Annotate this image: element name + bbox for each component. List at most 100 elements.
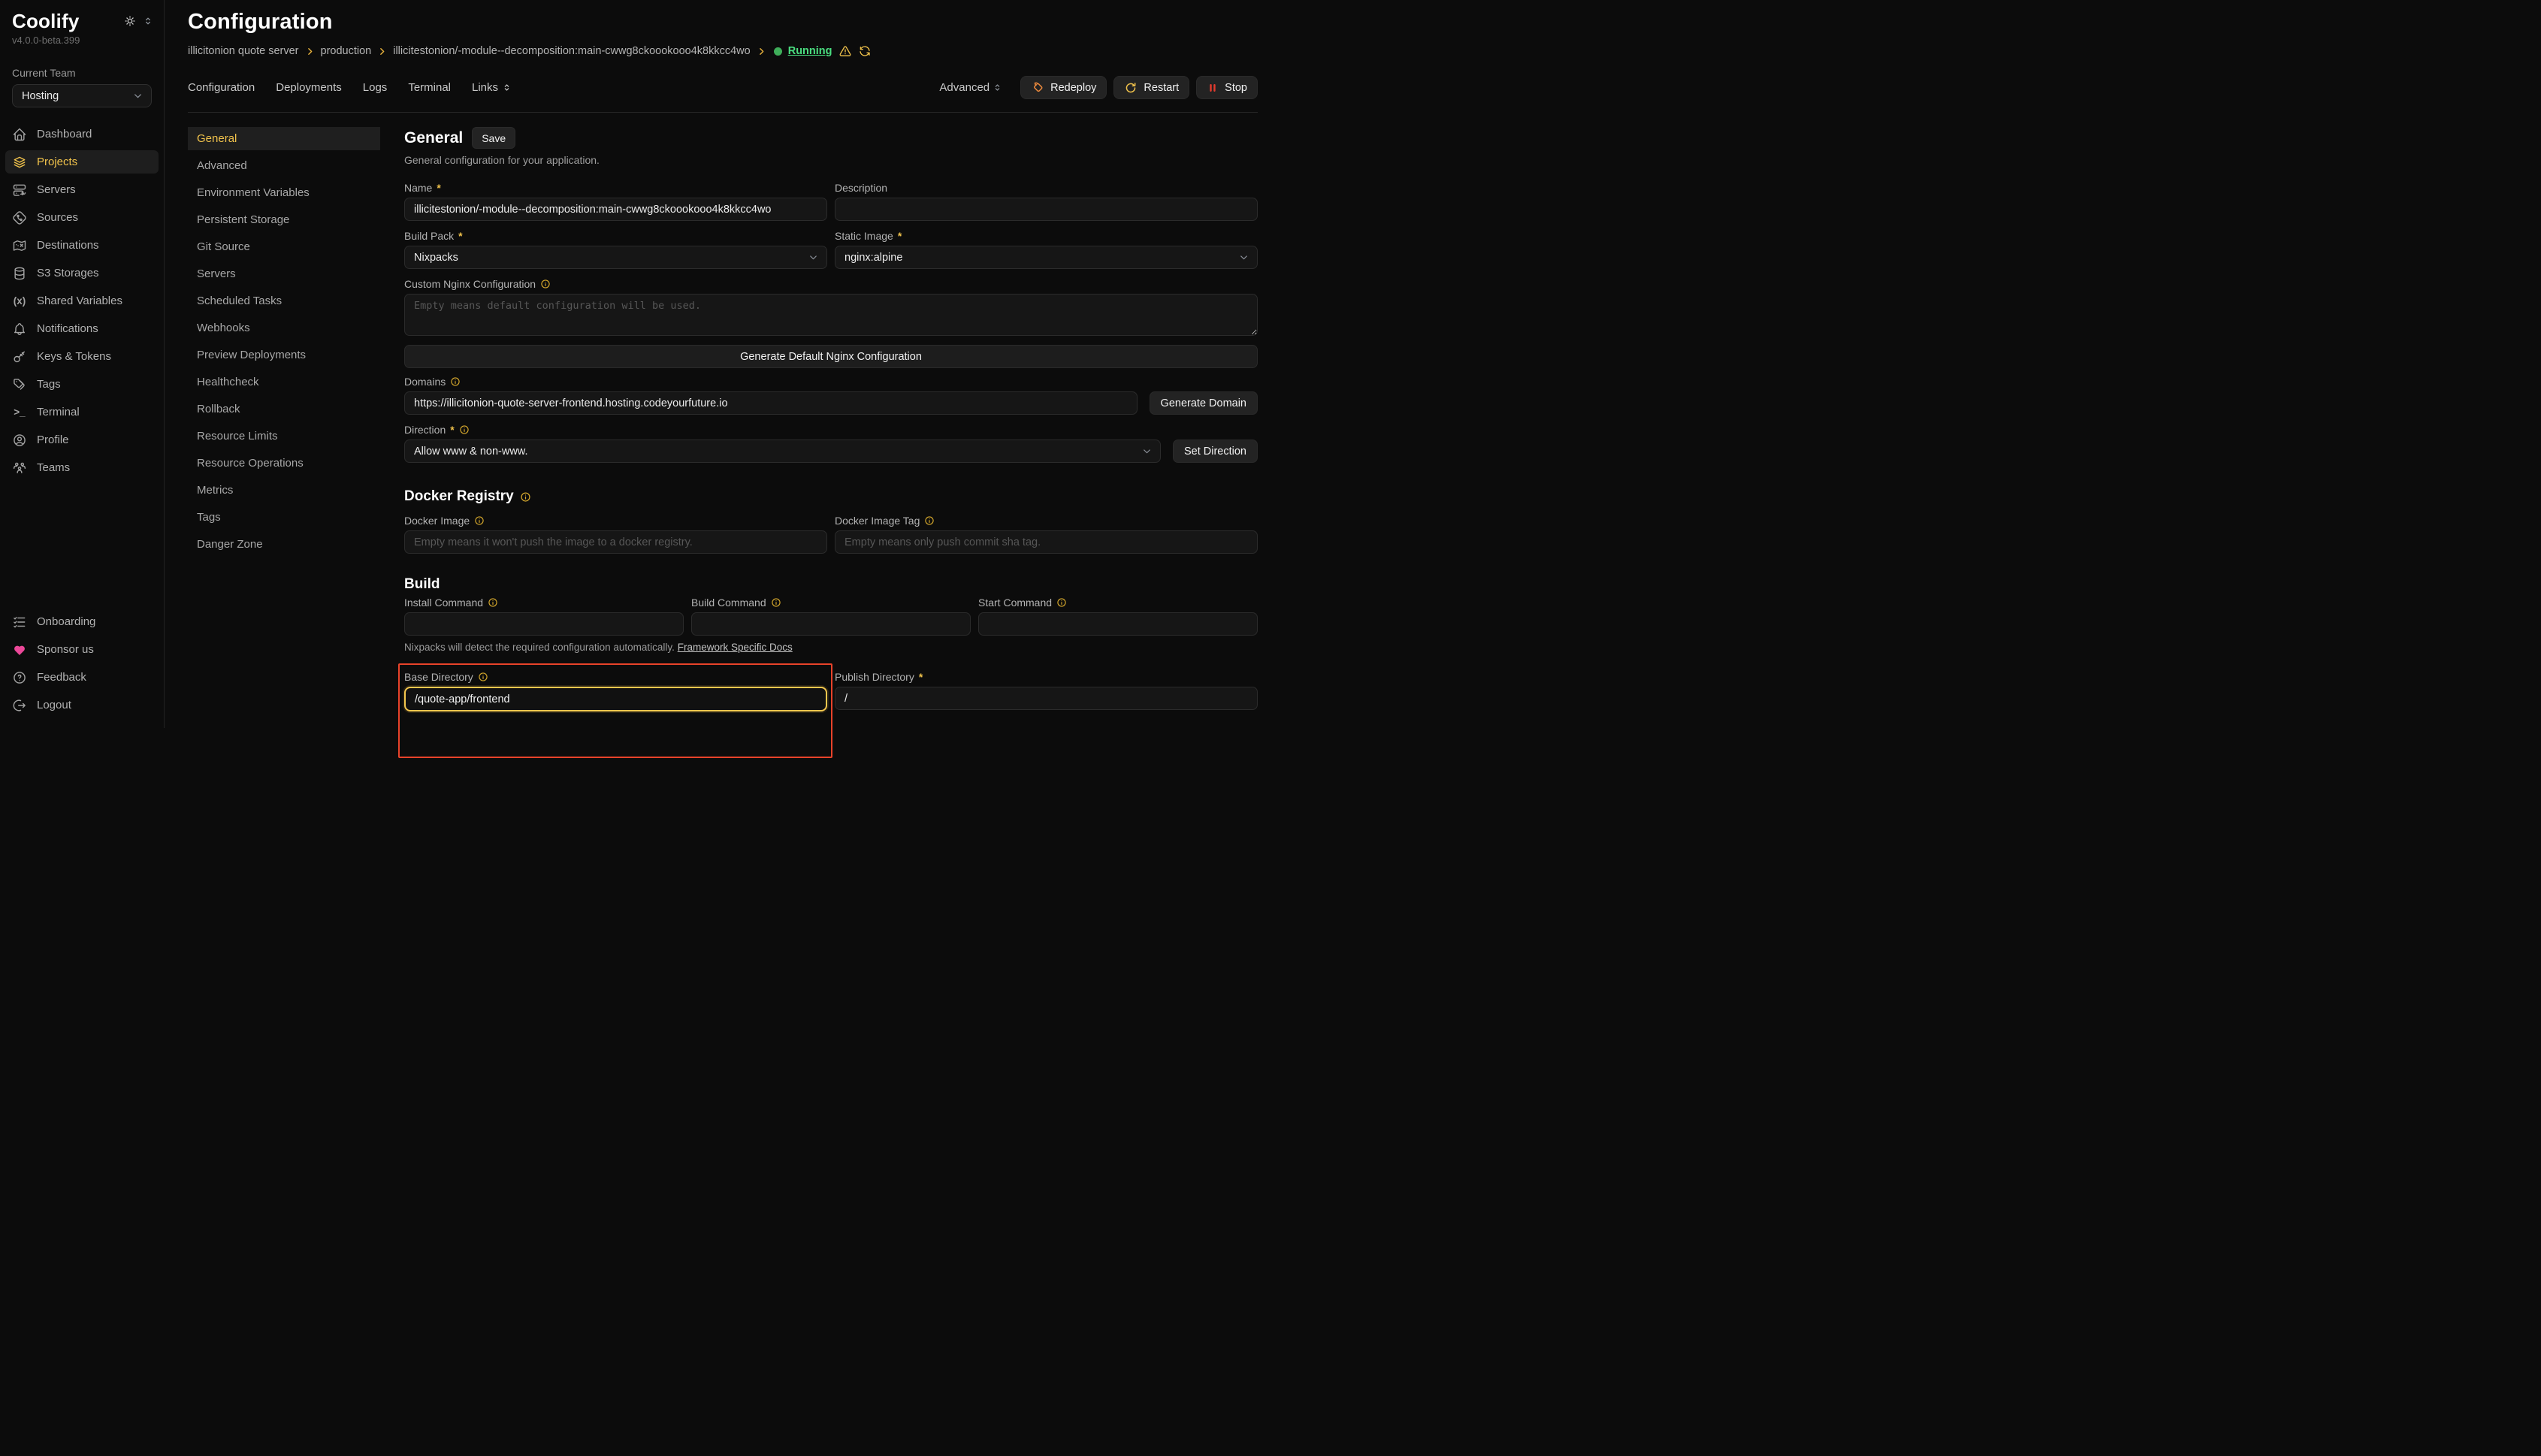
build-pack-select[interactable]: Nixpacks <box>404 246 827 269</box>
stop-button[interactable]: Stop <box>1196 76 1258 99</box>
info-icon[interactable] <box>488 597 498 608</box>
tab-deployments[interactable]: Deployments <box>276 81 342 94</box>
sidebar-item-feedback[interactable]: Feedback <box>5 666 159 689</box>
name-label: Name* <box>404 182 827 194</box>
status-dot <box>774 47 782 56</box>
info-icon[interactable] <box>520 491 531 503</box>
sidebar-item-projects[interactable]: Projects <box>5 150 159 174</box>
set-direction-button[interactable]: Set Direction <box>1173 440 1258 463</box>
restart-button[interactable]: Restart <box>1113 76 1189 99</box>
subnav-scheduled-tasks[interactable]: Scheduled Tasks <box>188 289 380 313</box>
base-directory-input[interactable] <box>404 687 827 711</box>
sidebar-item-shared-variables[interactable]: (x) Shared Variables <box>5 289 159 313</box>
section-subtitle: General configuration for your applicati… <box>404 154 1258 166</box>
generate-nginx-button[interactable]: Generate Default Nginx Configuration <box>404 345 1258 368</box>
subnav-git-source[interactable]: Git Source <box>188 235 380 258</box>
sidebar-item-notifications[interactable]: Notifications <box>5 317 159 340</box>
section-title: General <box>404 129 463 147</box>
domains-input[interactable] <box>404 391 1138 415</box>
build-command-input[interactable] <box>691 612 971 636</box>
subnav-healthcheck[interactable]: Healthcheck <box>188 370 380 394</box>
subnav-danger-zone[interactable]: Danger Zone <box>188 533 380 556</box>
subnav-resource-limits[interactable]: Resource Limits <box>188 424 380 448</box>
info-icon[interactable] <box>1056 597 1067 608</box>
sidebar-item-destinations[interactable]: Destinations <box>5 234 159 257</box>
user-circle-icon <box>12 433 27 448</box>
docker-image-tag-input[interactable] <box>835 530 1258 554</box>
start-command-input[interactable] <box>978 612 1258 636</box>
framework-docs-link[interactable]: Framework Specific Docs <box>678 642 793 653</box>
custom-nginx-textarea[interactable] <box>404 294 1258 336</box>
name-input[interactable] <box>404 198 827 221</box>
info-icon[interactable] <box>474 515 485 526</box>
info-icon[interactable] <box>450 376 461 387</box>
sidebar-item-onboarding[interactable]: Onboarding <box>5 610 159 633</box>
header-actions: Advanced Redeploy Restart Stop <box>939 76 1258 99</box>
content: General Advanced Environment Variables P… <box>165 113 1270 728</box>
sidebar-item-sponsor[interactable]: Sponsor us <box>5 638 159 661</box>
info-icon[interactable] <box>478 672 488 682</box>
chevron-down-icon <box>132 90 144 101</box>
sidebar-item-dashboard[interactable]: Dashboard <box>5 122 159 146</box>
sidebar-item-keys-tokens[interactable]: Keys & Tokens <box>5 345 159 368</box>
status-badge[interactable]: Running <box>788 45 832 57</box>
tab-terminal[interactable]: Terminal <box>408 81 451 94</box>
redeploy-icon <box>1031 81 1044 95</box>
stack-icon <box>12 155 27 170</box>
save-button[interactable]: Save <box>472 127 515 149</box>
advanced-dropdown[interactable]: Advanced <box>939 81 1002 94</box>
sidebar-item-teams[interactable]: Teams <box>5 456 159 479</box>
info-icon[interactable] <box>459 424 470 435</box>
breadcrumb-resource[interactable]: illicitestonion/-module--decomposition:m… <box>393 45 751 57</box>
subnav-webhooks[interactable]: Webhooks <box>188 316 380 340</box>
info-icon[interactable] <box>540 279 551 289</box>
info-icon[interactable] <box>771 597 781 608</box>
install-command-input[interactable] <box>404 612 684 636</box>
team-select[interactable]: Hosting <box>12 84 152 107</box>
generate-domain-button[interactable]: Generate Domain <box>1150 391 1258 415</box>
sidebar-item-terminal[interactable]: >_ Terminal <box>5 400 159 424</box>
subnav-metrics[interactable]: Metrics <box>188 479 380 502</box>
sidebar-item-label: Teams <box>37 461 70 474</box>
docker-image-tag-label: Docker Image Tag <box>835 515 1258 527</box>
subnav-environment-variables[interactable]: Environment Variables <box>188 181 380 204</box>
subnav-preview-deployments[interactable]: Preview Deployments <box>188 343 380 367</box>
sidebar-item-sources[interactable]: Sources <box>5 206 159 229</box>
sidebar-item-logout[interactable]: Logout <box>5 693 159 717</box>
docker-image-input[interactable] <box>404 530 827 554</box>
chevron-right-icon <box>377 47 387 56</box>
tab-logs[interactable]: Logs <box>363 81 388 94</box>
publish-directory-input[interactable] <box>835 687 1258 710</box>
subnav-resource-operations[interactable]: Resource Operations <box>188 452 380 475</box>
theme-selector-icon[interactable] <box>143 16 153 26</box>
subnav-persistent-storage[interactable]: Persistent Storage <box>188 208 380 231</box>
sidebar-item-tags[interactable]: Tags <box>5 373 159 396</box>
subnav-rollback[interactable]: Rollback <box>188 397 380 421</box>
breadcrumb-project[interactable]: illicitonion quote server <box>188 45 299 57</box>
sidebar-item-label: Notifications <box>37 322 98 335</box>
sidebar-item-servers[interactable]: Servers <box>5 178 159 201</box>
info-icon[interactable] <box>924 515 935 526</box>
subnav-advanced[interactable]: Advanced <box>188 154 380 177</box>
redeploy-button[interactable]: Redeploy <box>1020 76 1107 99</box>
breadcrumb-environment[interactable]: production <box>321 45 372 57</box>
sidebar-item-label: Terminal <box>37 406 80 418</box>
sidebar-item-profile[interactable]: Profile <box>5 428 159 452</box>
sidebar-item-label: Projects <box>37 156 77 168</box>
tab-links[interactable]: Links <box>472 81 512 94</box>
start-command-label: Start Command <box>978 597 1258 609</box>
static-image-select[interactable]: nginx:alpine <box>835 246 1258 269</box>
sidebar-item-s3-storages[interactable]: S3 Storages <box>5 261 159 285</box>
subnav-servers[interactable]: Servers <box>188 262 380 285</box>
refresh-icon[interactable] <box>858 44 872 58</box>
subnav-general[interactable]: General <box>188 127 380 150</box>
sidebar-item-label: Onboarding <box>37 615 95 628</box>
direction-select[interactable]: Allow www & non-www. <box>404 440 1161 463</box>
theme-sun-icon[interactable] <box>123 14 137 28</box>
bell-icon <box>12 322 27 337</box>
description-input[interactable] <box>835 198 1258 221</box>
page-title: Configuration <box>188 10 1258 35</box>
chevron-down-icon <box>808 252 819 263</box>
subnav-tags[interactable]: Tags <box>188 506 380 529</box>
tab-configuration[interactable]: Configuration <box>188 81 255 94</box>
